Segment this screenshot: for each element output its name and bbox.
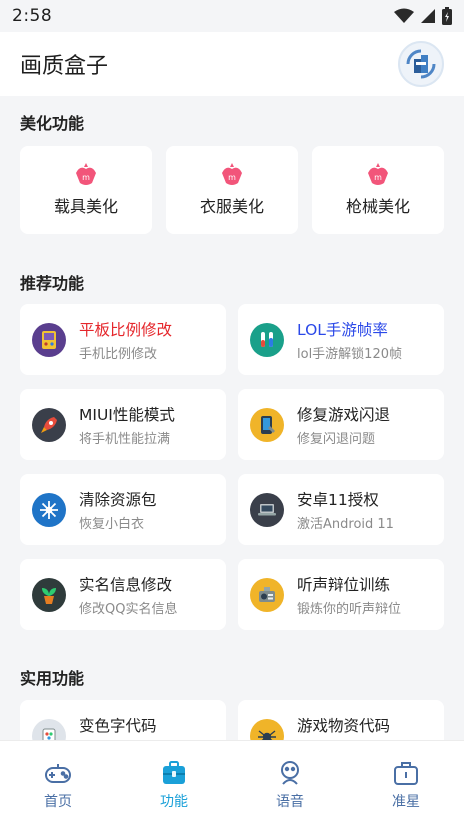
- feature-card-lol-fps[interactable]: LOL手游帧率 lol手游解锁120帧: [238, 304, 444, 375]
- svg-text:m: m: [228, 173, 236, 182]
- snowflake-icon: [32, 493, 66, 527]
- feature-card-color-code[interactable]: 变色字代码: [20, 700, 226, 740]
- feature-title: MIUI性能模式: [79, 406, 175, 424]
- beauty-label: 枪械美化: [345, 197, 410, 216]
- voice-user-icon: [281, 761, 299, 785]
- feature-title: 清除资源包: [79, 491, 157, 509]
- feature-subtitle: 手机比例修改: [79, 347, 158, 362]
- beauty-icon: m: [222, 163, 242, 185]
- app-bar: 画质盒子: [0, 32, 464, 96]
- beauty-card-clothes[interactable]: m 衣服美化: [166, 146, 298, 234]
- nav-item-features[interactable]: 功能: [116, 741, 232, 824]
- nav-label: 功能: [160, 794, 188, 810]
- palette-icon: [32, 719, 66, 740]
- beauty-card-vehicle[interactable]: m 载具美化: [20, 146, 152, 234]
- svg-text:m: m: [82, 173, 90, 182]
- svg-text:m: m: [374, 173, 382, 182]
- status-time: 2:58: [12, 6, 53, 26]
- bottom-nav: 首页 功能 语音 准星: [0, 740, 464, 824]
- feature-title: LOL手游帧率: [297, 321, 388, 339]
- rocket-icon: [32, 408, 66, 442]
- feature-card-miui-performance[interactable]: MIUI性能模式 将手机性能拉满: [20, 389, 226, 460]
- feature-card-clear-resources[interactable]: 清除资源包 恢复小白衣: [20, 474, 226, 545]
- nav-item-voice[interactable]: 语音: [232, 741, 348, 824]
- feature-title: 游戏物资代码: [297, 717, 391, 735]
- feature-subtitle: 修改QQ实名信息: [79, 602, 178, 617]
- spider-icon: [250, 719, 284, 740]
- logo-icon: [406, 49, 436, 79]
- section-title-recommend: 推荐功能: [20, 274, 85, 293]
- feature-subtitle: 将手机性能拉满: [79, 432, 171, 447]
- beauty-label: 衣服美化: [199, 197, 264, 216]
- feature-subtitle: lol手游解锁120帧: [297, 347, 402, 362]
- gamepad-nav-icon: [45, 764, 71, 783]
- beauty-label: 载具美化: [53, 197, 118, 216]
- feature-title: 变色字代码: [79, 717, 157, 735]
- nav-label: 语音: [276, 794, 304, 810]
- section-title-beauty: 美化功能: [20, 114, 85, 133]
- app-logo[interactable]: [398, 41, 444, 87]
- phone-repair-icon: [250, 408, 284, 442]
- feature-card-sound-training[interactable]: 听声辩位训练 锻炼你的听声辩位: [238, 559, 444, 630]
- feature-card-android11[interactable]: 安卓11授权 激活Android 11: [238, 474, 444, 545]
- nav-item-home[interactable]: 首页: [0, 741, 116, 824]
- lab-tubes-icon: [250, 323, 284, 357]
- laptop-icon: [250, 493, 284, 527]
- app-title: 画质盒子: [20, 54, 109, 79]
- feature-card-tablet-ratio[interactable]: 平板比例修改 手机比例修改: [20, 304, 226, 375]
- feature-card-realname[interactable]: 实名信息修改 修改QQ实名信息: [20, 559, 226, 630]
- briefcase-icon: [394, 762, 418, 785]
- feature-subtitle: 恢复小白衣: [79, 517, 145, 532]
- signal-icon: [421, 9, 435, 23]
- section-title-utility: 实用功能: [20, 669, 85, 688]
- status-bar: 2:58: [0, 0, 464, 32]
- beauty-icon: m: [368, 163, 388, 185]
- battery-icon: [442, 7, 452, 25]
- radio-icon: [250, 578, 284, 612]
- feature-title: 修复游戏闪退: [297, 406, 391, 424]
- feature-title: 实名信息修改: [79, 576, 173, 594]
- feature-title: 安卓11授权: [297, 491, 379, 509]
- feature-title: 平板比例修改: [79, 321, 173, 339]
- feature-card-game-items[interactable]: 游戏物资代码: [238, 700, 444, 740]
- feature-title: 听声辩位训练: [297, 576, 391, 594]
- status-icons: [394, 7, 452, 25]
- beauty-card-weapon[interactable]: m 枪械美化: [312, 146, 444, 234]
- feature-subtitle: 锻炼你的听声辩位: [297, 602, 402, 617]
- feature-card-fix-crash[interactable]: 修复游戏闪退 修复闪退问题: [238, 389, 444, 460]
- nav-label: 准星: [392, 794, 420, 810]
- feature-subtitle: 激活Android 11: [297, 517, 394, 532]
- feature-subtitle: 修复闪退问题: [297, 432, 376, 447]
- wifi-icon: [394, 8, 414, 23]
- gamepad-icon: [32, 323, 66, 357]
- toolbox-icon: [163, 761, 185, 784]
- nav-label: 首页: [44, 794, 72, 810]
- plant-pot-icon: [32, 578, 66, 612]
- beauty-icon: m: [76, 163, 96, 185]
- main-content[interactable]: 美化功能 m 载具美化 m 衣服美化 m 枪械美化 推荐功能 平板比例修改 手机…: [0, 96, 464, 740]
- nav-item-crosshair[interactable]: 准星: [348, 741, 464, 824]
